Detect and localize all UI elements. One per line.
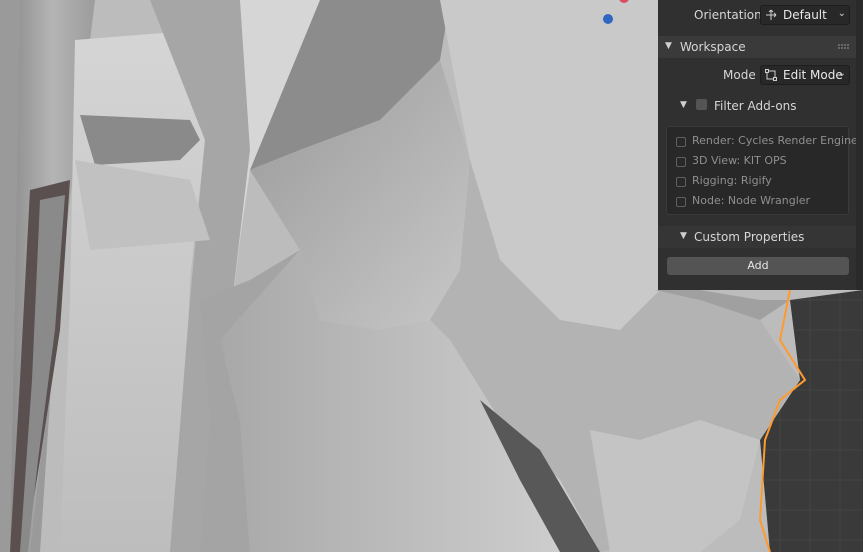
custom-properties-header[interactable]: ▼ Custom Properties <box>658 226 856 248</box>
addon-label: Rigging: Rigify <box>692 174 772 187</box>
filter-addons-header[interactable]: ▼ Filter Add-ons <box>658 96 856 116</box>
addon-label: Render: Cycles Render Engine <box>692 134 858 147</box>
custom-properties-label: Custom Properties <box>694 230 805 244</box>
addon-checkbox[interactable] <box>676 157 686 167</box>
mode-row: Mode Edit Mode ⌄ <box>658 64 856 86</box>
addons-list: Render: Cycles Render Engine 3D View: KI… <box>666 126 858 215</box>
orientation-dropdown[interactable]: Default ⌄ <box>760 5 850 25</box>
addon-checkbox[interactable] <box>676 177 686 187</box>
orientation-row: Orientation Default ⌄ <box>658 4 856 26</box>
orientation-label: Orientation <box>694 8 762 22</box>
sidebar-scrollbar[interactable] <box>856 0 863 290</box>
expand-triangle-icon: ▼ <box>665 41 672 51</box>
addon-label: Node: Node Wrangler <box>692 194 811 207</box>
add-property-button[interactable]: Add <box>667 257 849 275</box>
drag-handle-icon[interactable] <box>838 44 850 50</box>
addon-checkbox[interactable] <box>676 197 686 207</box>
edit-mode-icon <box>765 69 777 81</box>
expand-triangle-icon: ▼ <box>680 231 687 241</box>
workspace-header-label: Workspace <box>680 40 746 54</box>
sidebar-panel: Orientation Default ⌄ ▼ Workspace Mode E… <box>658 0 858 290</box>
chevron-down-icon: ⌄ <box>837 68 846 79</box>
mode-value: Edit Mode <box>783 68 843 82</box>
addon-checkbox[interactable] <box>676 137 686 147</box>
mode-label: Mode <box>723 68 756 82</box>
chevron-down-icon: ⌄ <box>837 8 846 19</box>
orientation-value: Default <box>783 8 827 22</box>
orientation-icon <box>766 9 777 20</box>
filter-addons-checkbox[interactable] <box>696 99 707 110</box>
expand-triangle-icon: ▼ <box>680 100 687 110</box>
filter-addons-label: Filter Add-ons <box>714 99 797 113</box>
workspace-section-header[interactable]: ▼ Workspace <box>658 36 856 58</box>
gizmo-z-axis-icon[interactable] <box>603 14 613 24</box>
addon-label: 3D View: KIT OPS <box>692 154 787 167</box>
mode-dropdown[interactable]: Edit Mode ⌄ <box>760 65 850 85</box>
